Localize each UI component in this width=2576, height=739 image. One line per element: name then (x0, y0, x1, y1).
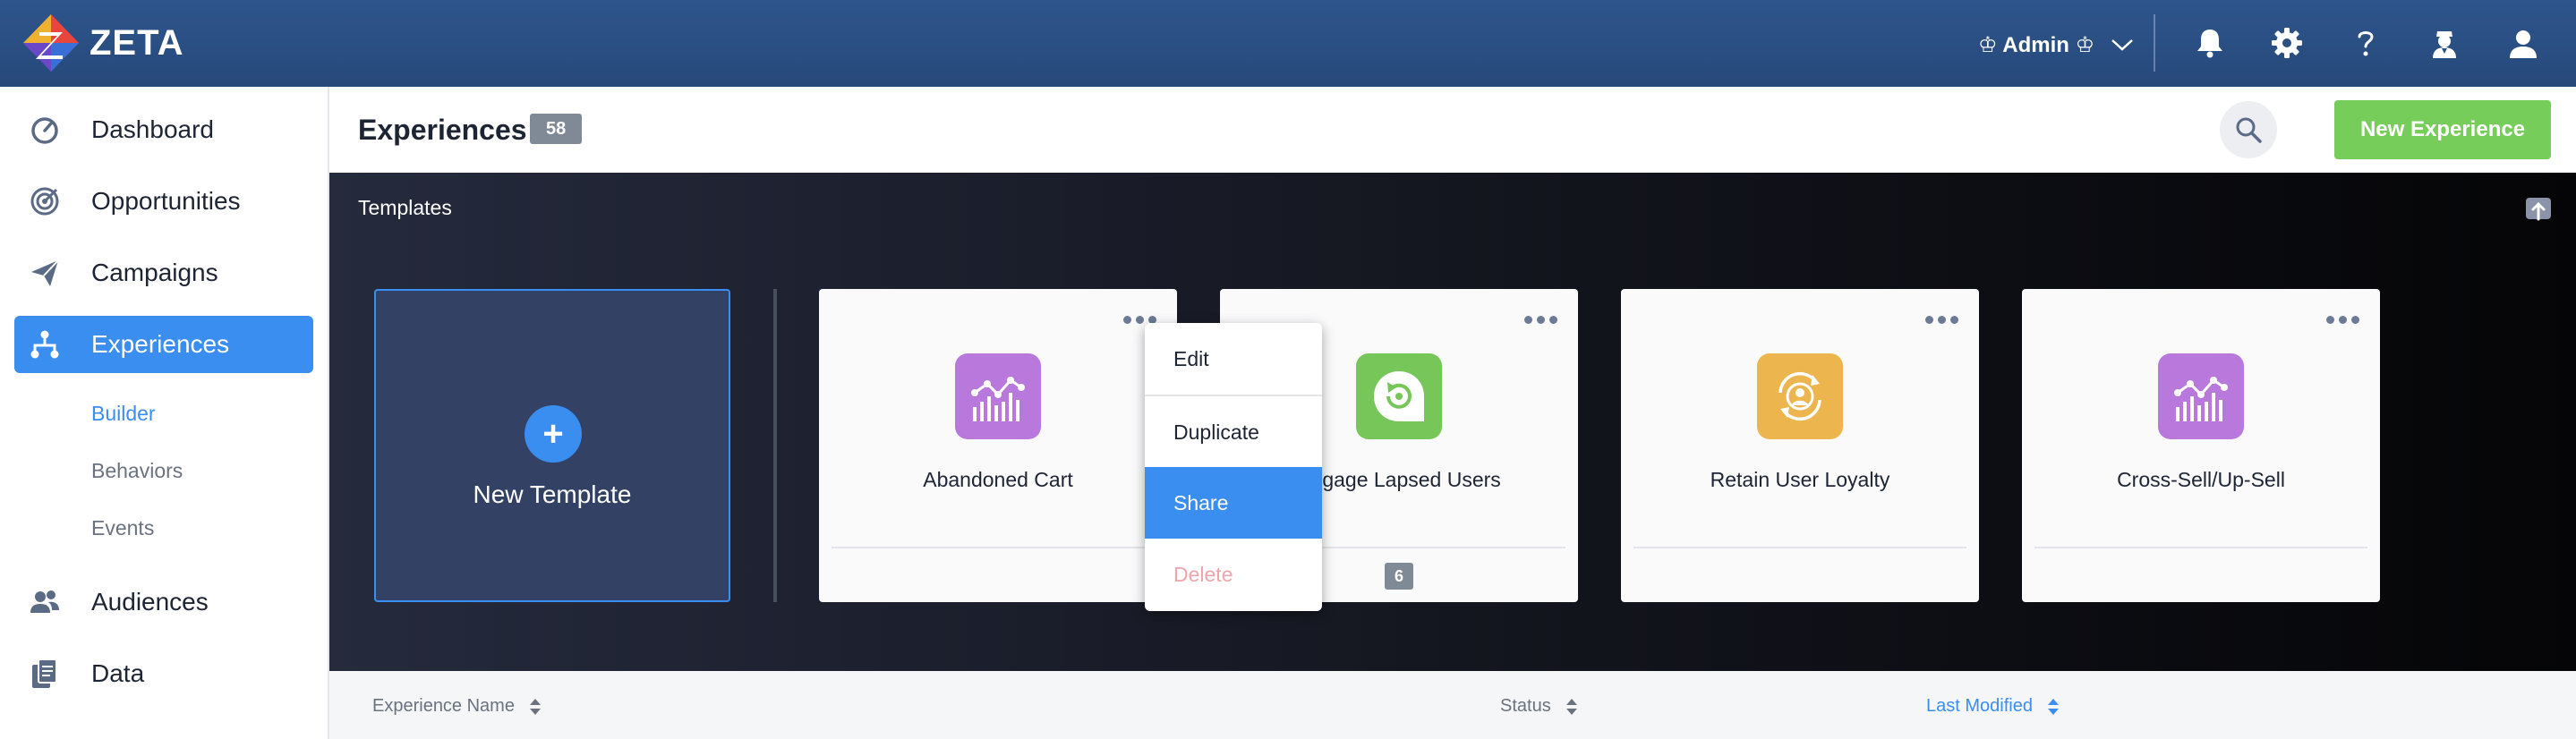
profile-button[interactable] (2503, 23, 2543, 63)
templates-title: Templates (358, 196, 452, 219)
sidebar: Dashboard Opportunities Campaigns Experi… (0, 87, 329, 739)
top-bar: ZETA ♔ Admin ♔ (0, 0, 2576, 87)
new-experience-button[interactable]: New Experience (2334, 100, 2551, 159)
more-options-icon[interactable] (1523, 310, 1558, 328)
sidebar-subitem-behaviors[interactable]: Behaviors (91, 459, 183, 483)
sidebar-item-opportunities[interactable]: Opportunities (14, 173, 313, 230)
sidebar-item-experiences[interactable]: Experiences (14, 316, 313, 373)
page-title: Experiences (358, 114, 527, 146)
experience-count-badge: 58 (530, 114, 583, 144)
sidebar-item-label: Data (91, 659, 145, 687)
user-role-label: ♔ Admin ♔ (1978, 32, 2095, 57)
gauge-icon (31, 117, 58, 144)
page-header: Experiences 58 New Experience (329, 87, 2576, 173)
user-icon (2510, 30, 2537, 58)
template-card-abandoned-cart[interactable]: Abandoned Cart (819, 289, 1177, 602)
analytics-chart-icon (2158, 353, 2244, 439)
template-card-cross-sell-up-sell[interactable]: Cross-Sell/Up-Sell (2022, 289, 2380, 602)
agent-button[interactable] (2425, 23, 2464, 63)
card-divider (1633, 547, 1966, 548)
new-template-card[interactable]: + New Template (374, 289, 730, 602)
menu-item-delete[interactable]: Delete (1145, 539, 1322, 610)
upload-icon[interactable] (2524, 194, 2553, 223)
help-icon (2358, 31, 2374, 56)
menu-item-duplicate[interactable]: Duplicate (1145, 396, 1322, 468)
users-icon (30, 590, 59, 613)
brand-logo[interactable]: ZETA (21, 13, 183, 73)
card-divider (832, 547, 1164, 548)
menu-item-share[interactable]: Share (1145, 467, 1322, 539)
sidebar-item-label: Dashboard (91, 115, 214, 143)
column-header-status[interactable]: Status (1500, 696, 1578, 717)
template-card-title: Abandoned Cart (923, 468, 1073, 491)
analytics-chart-icon (955, 353, 1041, 439)
column-label: Experience Name (372, 696, 515, 716)
template-context-menu: Edit Duplicate Share Delete (1145, 323, 1322, 611)
files-icon (32, 658, 57, 688)
sort-icon (2047, 698, 2059, 715)
sidebar-item-label: Audiences (91, 588, 209, 616)
sidebar-item-label: Campaigns (91, 259, 218, 286)
sidebar-item-dashboard[interactable]: Dashboard (14, 101, 313, 158)
sidebar-item-campaigns[interactable]: Campaigns (14, 244, 313, 302)
menu-item-edit[interactable]: Edit (1145, 323, 1322, 395)
help-button[interactable] (2346, 23, 2385, 63)
settings-button[interactable] (2267, 23, 2307, 63)
target-icon (30, 187, 59, 216)
user-cycle-icon (1757, 353, 1843, 439)
experiences-table-header: Experience Name Status Last Modified (329, 671, 2576, 739)
new-template-label: New Template (473, 480, 632, 508)
more-options-icon[interactable] (1923, 310, 1959, 328)
more-options-icon[interactable] (2324, 310, 2360, 328)
column-header-last-modified[interactable]: Last Modified (1926, 696, 2060, 717)
search-icon (2236, 117, 2262, 143)
templates-divider (773, 289, 777, 602)
template-card-retain-user-loyalty[interactable]: Retain User Loyalty (1621, 289, 1979, 602)
brand-name: ZETA (90, 22, 184, 63)
paper-plane-icon (31, 259, 59, 286)
refresh-chat-icon (1356, 353, 1442, 439)
user-role-menu[interactable]: ♔ Admin ♔ (1978, 25, 2134, 64)
templates-panel: Templates + New Template Abandoned Cart … (329, 173, 2576, 671)
plus-icon: + (525, 405, 582, 463)
sort-icon (1565, 698, 1577, 715)
card-divider (2034, 547, 2367, 548)
top-bar-divider (2154, 14, 2155, 72)
sort-icon (529, 698, 541, 715)
zeta-logo-icon (23, 14, 79, 72)
sidebar-item-label: Experiences (91, 330, 230, 358)
gear-icon (2272, 28, 2302, 58)
sidebar-subitem-builder[interactable]: Builder (91, 402, 156, 426)
column-label: Status (1500, 696, 1551, 716)
search-button[interactable] (2220, 101, 2277, 158)
template-card-title: Cross-Sell/Up-Sell (2117, 468, 2285, 491)
column-label: Last Modified (1926, 696, 2033, 716)
agent-icon (2433, 31, 2456, 58)
sidebar-item-data[interactable]: Data (14, 645, 313, 702)
sidebar-subitem-events[interactable]: Events (91, 516, 154, 540)
chevron-down-icon (2111, 39, 2133, 51)
template-card-title: Retain User Loyalty (1710, 468, 1890, 491)
hierarchy-icon (30, 330, 59, 359)
template-usage-badge: 6 (1385, 563, 1413, 590)
column-header-experience-name[interactable]: Experience Name (372, 696, 542, 717)
sidebar-item-label: Opportunities (91, 187, 241, 215)
sidebar-item-audiences[interactable]: Audiences (14, 573, 313, 631)
notifications-button[interactable] (2190, 23, 2230, 63)
bell-icon (2197, 30, 2222, 58)
